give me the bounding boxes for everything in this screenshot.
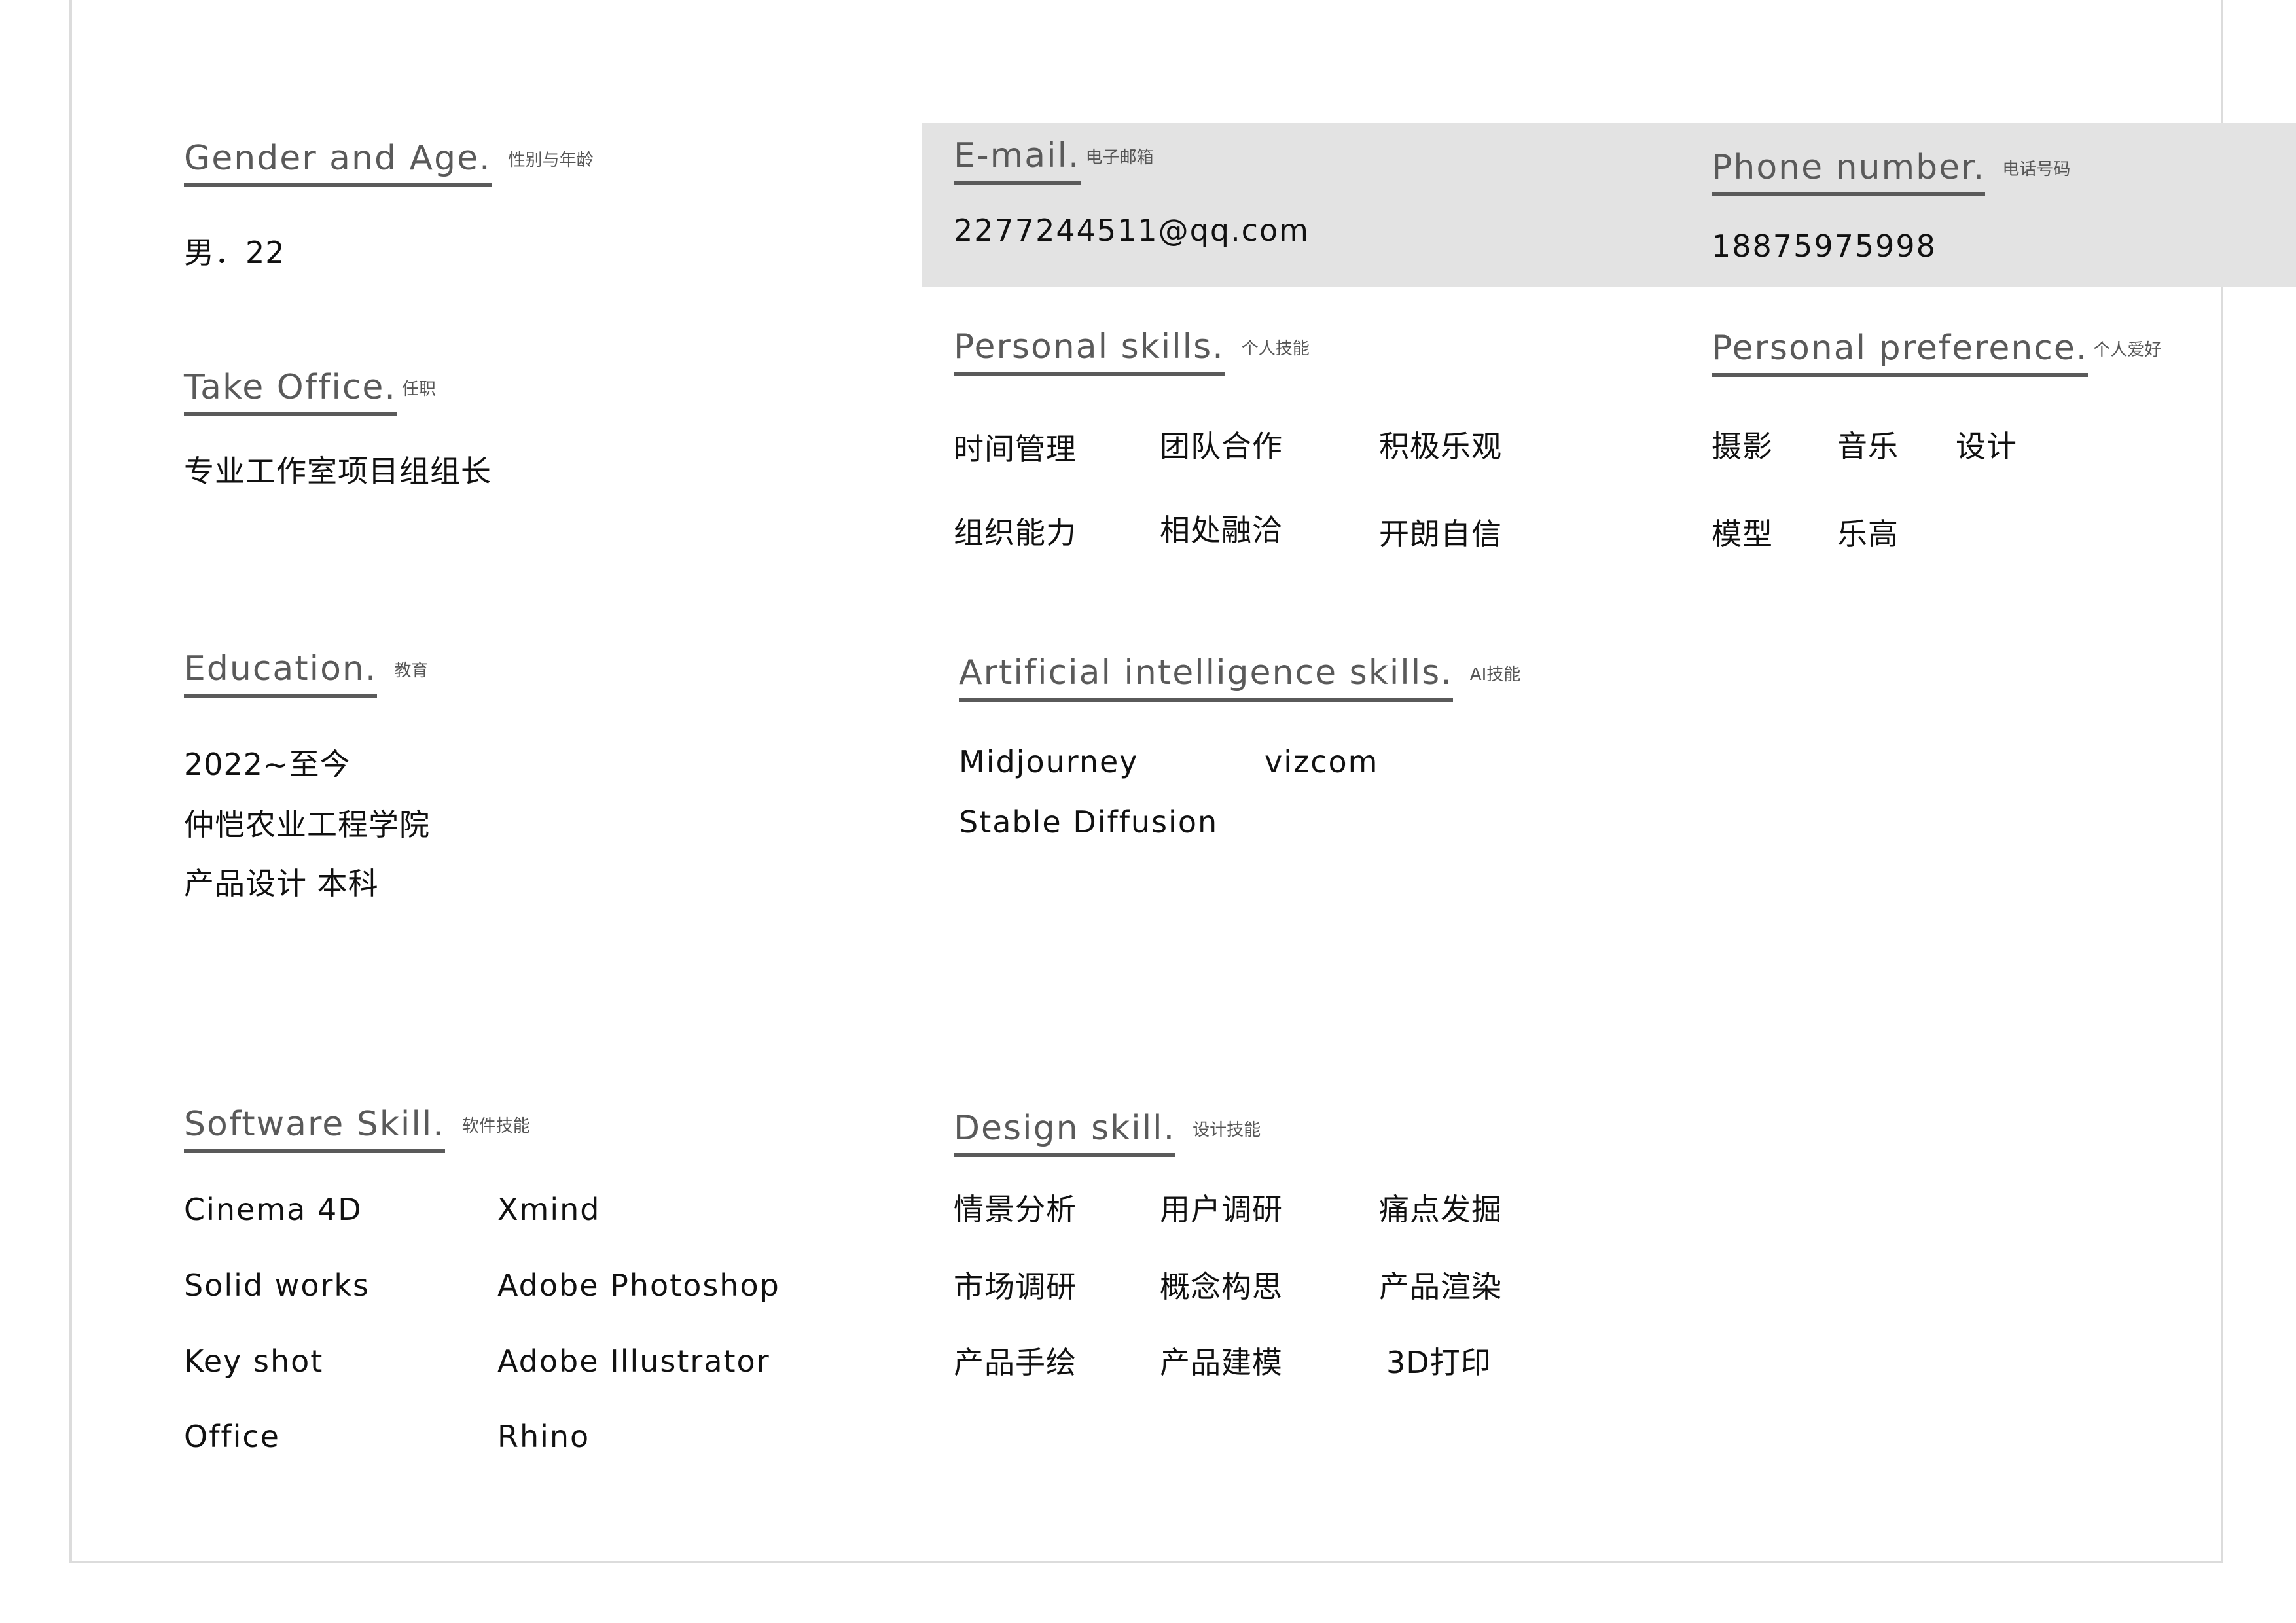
software-item: Solid works [184, 1268, 370, 1303]
take-office-title: Take Office. [184, 368, 397, 416]
software-item: Adobe Photoshop [497, 1268, 780, 1303]
take-office-heading: Take Office. 任职 [184, 368, 436, 416]
education-heading: Education. 教育 [184, 649, 428, 698]
design-skill-item: 3D打印 [1386, 1345, 1492, 1380]
take-office-section: Take Office. 任职 [184, 368, 436, 416]
software-section: Software Skill. 软件技能 [184, 1105, 530, 1153]
design-skill-item: 概念构思 [1160, 1269, 1283, 1304]
personal-skills-title: Personal skills. [954, 327, 1225, 376]
phone-title: Phone number. [1712, 148, 1986, 196]
design-skill-item: 产品建模 [1160, 1345, 1283, 1380]
personal-skill-item: 相处融洽 [1160, 512, 1283, 548]
education-section: Education. 教育 [184, 649, 428, 698]
phone-section: Phone number. 电话号码 [1712, 148, 2070, 196]
design-skill-item: 产品渲染 [1379, 1269, 1502, 1304]
phone-subtitle: 电话号码 [2002, 160, 2071, 179]
ai-skill-item: Midjourney [959, 744, 1139, 779]
email-subtitle: 电子邮箱 [1085, 148, 1154, 168]
design-skill-heading: Design skill. 设计技能 [954, 1109, 1261, 1157]
personal-skills-heading: Personal skills. 个人技能 [954, 327, 1310, 376]
email-section: E-mail. 电子邮箱 [954, 136, 1154, 185]
software-item: Xmind [497, 1192, 601, 1227]
preference-item: 音乐 [1837, 429, 1899, 464]
personal-skill-item: 团队合作 [1160, 429, 1283, 464]
ai-skills-section: Artificial intelligence skills. AI技能 [959, 653, 1520, 702]
take-office-value: 专业工作室项目组组长 [184, 454, 492, 489]
design-skill-item: 情景分析 [954, 1192, 1077, 1227]
ai-skill-item: Stable Diffusion [959, 804, 1219, 840]
education-line: 仲恺农业工程学院 [184, 807, 430, 842]
gender-age-title: Gender and Age. [184, 139, 492, 187]
preference-item: 模型 [1712, 516, 1773, 552]
personal-preference-section: Personal preference. 个人爱好 [1712, 329, 2161, 377]
design-skill-item: 痛点发掘 [1379, 1192, 1502, 1227]
personal-preference-subtitle: 个人爱好 [2093, 340, 2162, 360]
software-heading: Software Skill. 软件技能 [184, 1105, 530, 1153]
personal-skills-section: Personal skills. 个人技能 [954, 327, 1310, 376]
email-title: E-mail. [954, 136, 1081, 185]
preference-item: 乐高 [1837, 516, 1899, 552]
gender-age-section: Gender and Age. 性别与年龄 [184, 139, 594, 187]
take-office-subtitle: 任职 [401, 380, 436, 399]
design-skill-item: 用户调研 [1160, 1192, 1283, 1227]
education-line: 产品设计 本科 [184, 866, 379, 901]
gender-age-subtitle: 性别与年龄 [508, 151, 594, 170]
ai-skills-heading: Artificial intelligence skills. AI技能 [959, 653, 1520, 702]
personal-skill-item: 开朗自信 [1379, 516, 1502, 552]
gender-age-heading: Gender and Age. 性别与年龄 [184, 139, 594, 187]
design-skill-subtitle: 设计技能 [1193, 1120, 1261, 1140]
preference-item: 设计 [1956, 429, 2017, 464]
personal-skill-item: 时间管理 [954, 431, 1077, 467]
email-heading: E-mail. 电子邮箱 [954, 136, 1154, 185]
education-subtitle: 教育 [394, 661, 429, 681]
design-skill-section: Design skill. 设计技能 [954, 1109, 1261, 1157]
personal-skills-subtitle: 个人技能 [1241, 339, 1310, 359]
phone-heading: Phone number. 电话号码 [1712, 148, 2070, 196]
personal-skill-item: 组织能力 [954, 515, 1077, 550]
software-item: Key shot [184, 1344, 324, 1379]
design-skill-item: 市场调研 [954, 1269, 1077, 1304]
personal-preference-title: Personal preference. [1712, 329, 2089, 377]
ai-skills-subtitle: AI技能 [1469, 665, 1521, 685]
preference-item: 摄影 [1712, 429, 1773, 464]
software-item: Rhino [497, 1419, 590, 1454]
software-item: Office [184, 1419, 280, 1454]
education-line: 2022~至今 [184, 747, 351, 782]
email-value: 2277244511@qq.com [954, 213, 1310, 248]
gender-age-value: 男．22 [184, 235, 285, 270]
software-subtitle: 软件技能 [461, 1116, 530, 1136]
design-skill-title: Design skill. [954, 1109, 1176, 1157]
design-skill-item: 产品手绘 [954, 1345, 1077, 1380]
personal-preference-heading: Personal preference. 个人爱好 [1712, 329, 2161, 377]
software-title: Software Skill. [184, 1105, 445, 1153]
ai-skill-item: vizcom [1265, 744, 1379, 779]
personal-skill-item: 积极乐观 [1379, 429, 1502, 464]
ai-skills-title: Artificial intelligence skills. [959, 653, 1453, 702]
education-title: Education. [184, 649, 378, 698]
software-item: Cinema 4D [184, 1192, 363, 1227]
software-item: Adobe Illustrator [497, 1344, 770, 1379]
phone-value: 18875975998 [1712, 228, 1937, 264]
